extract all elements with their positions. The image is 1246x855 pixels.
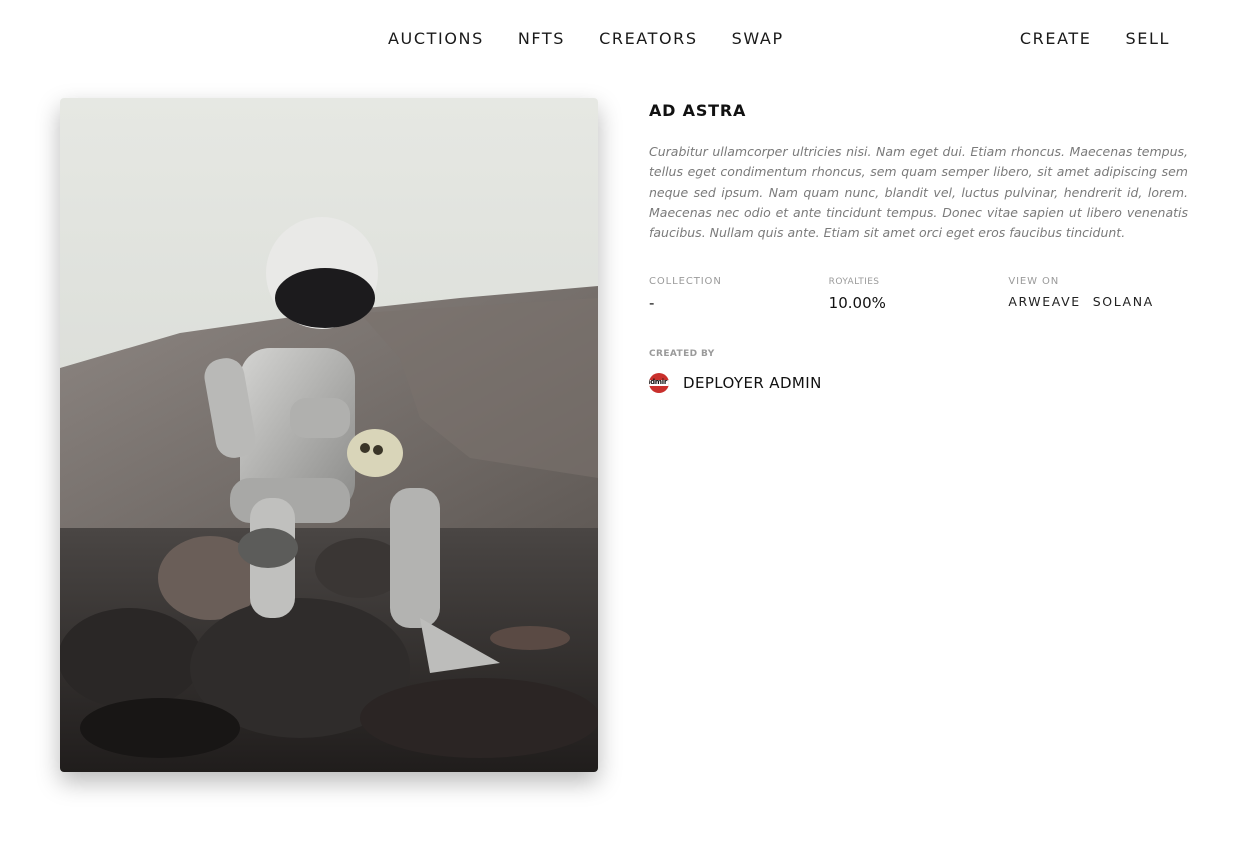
nav-create[interactable]: CREATE [1020, 29, 1092, 49]
artwork-image [60, 98, 598, 772]
top-navigation: AUCTIONS NFTS CREATORS SWAP CREATE SELL [0, 0, 1246, 76]
nav-sell[interactable]: SELL [1126, 29, 1171, 49]
collection-label: COLLECTION [649, 276, 722, 288]
view-on-label: VIEW ON [1008, 276, 1060, 288]
creator-name[interactable]: DEPLOYER ADMIN [683, 374, 822, 392]
collection-value: - [649, 294, 655, 313]
metadata-row: COLLECTION - ROYALTIES 10.00% VIEW ON AR… [649, 275, 1188, 313]
view-on-links: ARWEAVE SOLANA [1008, 293, 1188, 311]
nav-auctions[interactable]: AUCTIONS [388, 29, 484, 49]
avatar-text: idmir [649, 378, 668, 387]
arweave-link[interactable]: ARWEAVE [1008, 293, 1080, 311]
nav-nfts[interactable]: NFTS [518, 29, 565, 49]
solana-link[interactable]: SOLANA [1093, 293, 1154, 311]
artwork-title: AD ASTRA [649, 101, 747, 120]
creator-profile[interactable]: idmir DEPLOYER ADMIN [649, 373, 1188, 394]
main-nav: AUCTIONS NFTS CREATORS SWAP [388, 29, 784, 49]
nft-artwork[interactable] [60, 98, 598, 772]
nav-swap[interactable]: SWAP [732, 29, 784, 49]
artwork-description: Curabitur ullamcorper ultricies nisi. Na… [649, 144, 1188, 241]
royalties-block: ROYALTIES 10.00% [829, 275, 1009, 313]
created-by-label: CREATED BY [649, 349, 715, 360]
collection-block: COLLECTION - [649, 275, 829, 313]
creator-avatar[interactable]: idmir [649, 373, 669, 394]
nft-details: AD ASTRA Curabitur ullamcorper ultricies… [649, 100, 1188, 394]
royalties-value: 10.00% [828, 294, 886, 313]
view-on-block: VIEW ON ARWEAVE SOLANA [1008, 275, 1188, 313]
nav-creators[interactable]: CREATORS [599, 29, 698, 49]
action-nav: CREATE SELL [1020, 29, 1170, 49]
royalties-label: ROYALTIES [828, 277, 880, 288]
